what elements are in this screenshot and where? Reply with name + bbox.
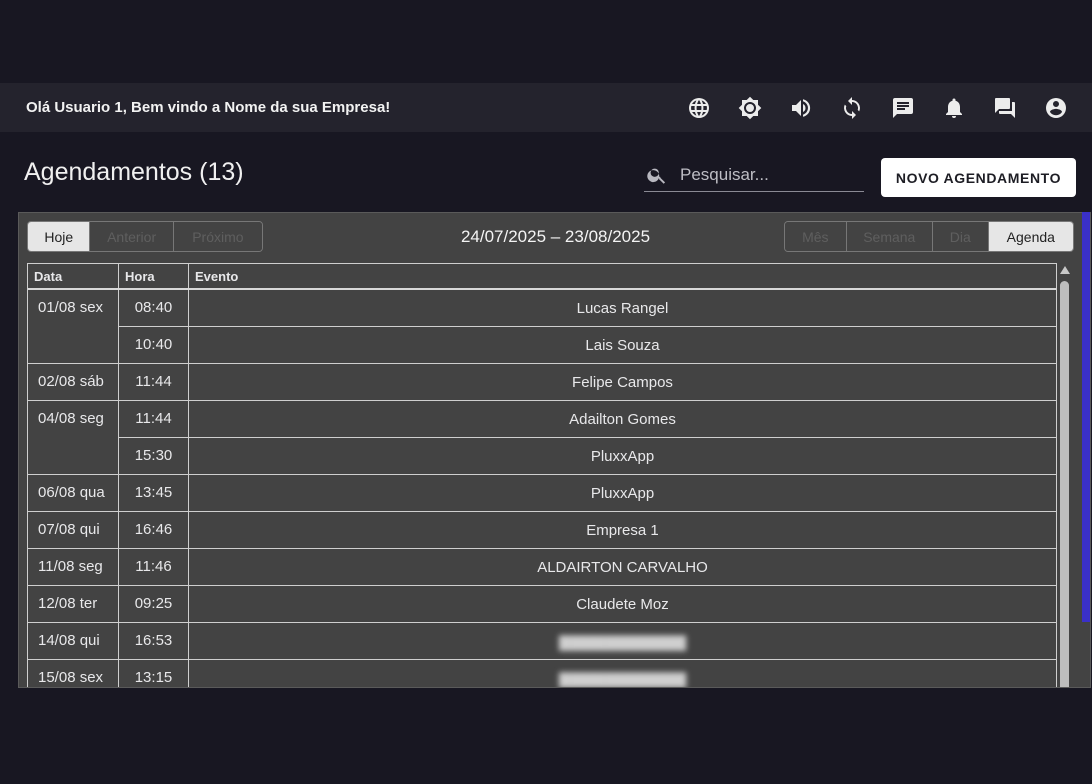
row-date: 02/08 sáb (28, 364, 119, 401)
table-row[interactable]: 02/08 sáb 11:44 Felipe Campos (28, 364, 1056, 401)
page-title: Agendamentos (13) (24, 158, 244, 186)
greeting-text: Olá Usuario 1, Bem vindo a Nome da sua E… (26, 99, 391, 116)
row-date (28, 327, 119, 364)
row-time: 11:46 (119, 549, 189, 586)
table-row[interactable]: 07/08 qui 16:46 Empresa 1 (28, 512, 1056, 549)
row-time: 13:45 (119, 475, 189, 512)
row-event[interactable]: Lais Souza (189, 327, 1056, 364)
sync-icon[interactable] (840, 96, 864, 120)
agenda-table: Data Hora Evento 01/08 sex 08:40 Lucas R… (27, 263, 1057, 688)
row-date: 07/08 qui (28, 512, 119, 549)
table-header: Data Hora Evento (28, 264, 1056, 290)
redacted-text: ▇▇▇▇▇▇▇▇▇▇▇ (559, 634, 686, 651)
row-date: 15/08 sex (28, 660, 119, 687)
today-button[interactable]: Hoje (28, 222, 91, 251)
row-event[interactable]: PluxxApp (189, 475, 1056, 512)
row-event[interactable]: Claudete Moz (189, 586, 1056, 623)
row-event[interactable]: Lucas Rangel (189, 290, 1056, 327)
view-week-button[interactable]: Semana (846, 222, 933, 251)
next-button[interactable]: Próximo (173, 222, 262, 251)
row-date (28, 438, 119, 475)
search-icon (647, 168, 666, 184)
previous-button[interactable]: Anterior (90, 222, 174, 251)
table-scrollbar[interactable] (1058, 263, 1072, 687)
calendar-panel: Hoje Anterior Próximo 24/07/2025 – 23/08… (18, 212, 1091, 688)
bell-icon[interactable] (942, 96, 966, 120)
row-time: 08:40 (119, 290, 189, 327)
row-event[interactable]: Adailton Gomes (189, 401, 1056, 438)
table-row[interactable]: 04/08 seg 11:44 Adailton Gomes (28, 401, 1056, 438)
row-event[interactable]: PluxxApp (189, 438, 1056, 475)
row-event-redacted[interactable]: ▇▇▇▇▇▇▇▇▇▇▇ (189, 660, 1056, 688)
row-time: 15:30 (119, 438, 189, 475)
redacted-text: ▇▇▇▇▇▇▇▇▇▇▇ (559, 671, 686, 688)
search-input[interactable] (680, 164, 860, 185)
row-date: 06/08 qua (28, 475, 119, 512)
column-event-header: Evento (195, 269, 239, 284)
forum-icon[interactable] (993, 96, 1017, 120)
row-time: 10:40 (119, 327, 189, 364)
page-scrollbar-accent[interactable] (1082, 212, 1090, 622)
top-bar: Olá Usuario 1, Bem vindo a Nome da sua E… (0, 83, 1092, 132)
table-row[interactable]: 06/08 qua 13:45 PluxxApp (28, 475, 1056, 512)
table-body: 01/08 sex 08:40 Lucas Rangel 10:40 Lais … (28, 290, 1056, 688)
globe-icon[interactable] (687, 96, 711, 120)
view-month-button[interactable]: Mês (785, 222, 847, 251)
row-time: 16:53 (119, 623, 189, 660)
row-time: 11:44 (119, 401, 189, 438)
view-day-button[interactable]: Dia (932, 222, 989, 251)
row-event[interactable]: ALDAIRTON CARVALHO (189, 549, 1056, 586)
new-appointment-button[interactable]: NOVO AGENDAMENTO (881, 158, 1076, 197)
table-row[interactable]: 15/08 sex 13:15 ▇▇▇▇▇▇▇▇▇▇▇ (28, 660, 1056, 688)
header-icons (660, 83, 1092, 132)
column-date-header: Data (28, 264, 119, 288)
calendar-nav-group: Hoje Anterior Próximo (27, 221, 263, 252)
table-row[interactable]: 01/08 sex 08:40 Lucas Rangel (28, 290, 1056, 327)
table-row[interactable]: 15:30 PluxxApp (28, 438, 1056, 475)
row-date: 04/08 seg (28, 401, 119, 438)
scroll-thumb[interactable] (1060, 281, 1069, 687)
table-row[interactable]: 14/08 qui 16:53 ▇▇▇▇▇▇▇▇▇▇▇ (28, 623, 1056, 660)
row-date: 14/08 qui (28, 623, 119, 660)
row-time: 13:15 (119, 660, 189, 687)
column-time-header: Hora (119, 264, 189, 288)
search-box (644, 158, 864, 192)
table-row[interactable]: 12/08 ter 09:25 Claudete Moz (28, 586, 1056, 623)
row-date: 11/08 seg (28, 549, 119, 586)
view-agenda-button[interactable]: Agenda (988, 222, 1073, 251)
row-time: 16:46 (119, 512, 189, 549)
message-icon[interactable] (891, 96, 915, 120)
account-icon[interactable] (1044, 96, 1068, 120)
scroll-up-arrow-icon[interactable] (1060, 266, 1070, 274)
row-event[interactable]: Felipe Campos (189, 364, 1056, 401)
brightness-icon[interactable] (738, 96, 762, 120)
volume-icon[interactable] (789, 96, 813, 120)
calendar-view-group: Mês Semana Dia Agenda (784, 221, 1074, 252)
row-event-redacted[interactable]: ▇▇▇▇▇▇▇▇▇▇▇ (189, 623, 1056, 660)
row-event[interactable]: Empresa 1 (189, 512, 1056, 549)
row-date: 12/08 ter (28, 586, 119, 623)
row-time: 11:44 (119, 364, 189, 401)
table-row[interactable]: 10:40 Lais Souza (28, 327, 1056, 364)
table-row[interactable]: 11/08 seg 11:46 ALDAIRTON CARVALHO (28, 549, 1056, 586)
row-time: 09:25 (119, 586, 189, 623)
row-date: 01/08 sex (28, 290, 119, 327)
